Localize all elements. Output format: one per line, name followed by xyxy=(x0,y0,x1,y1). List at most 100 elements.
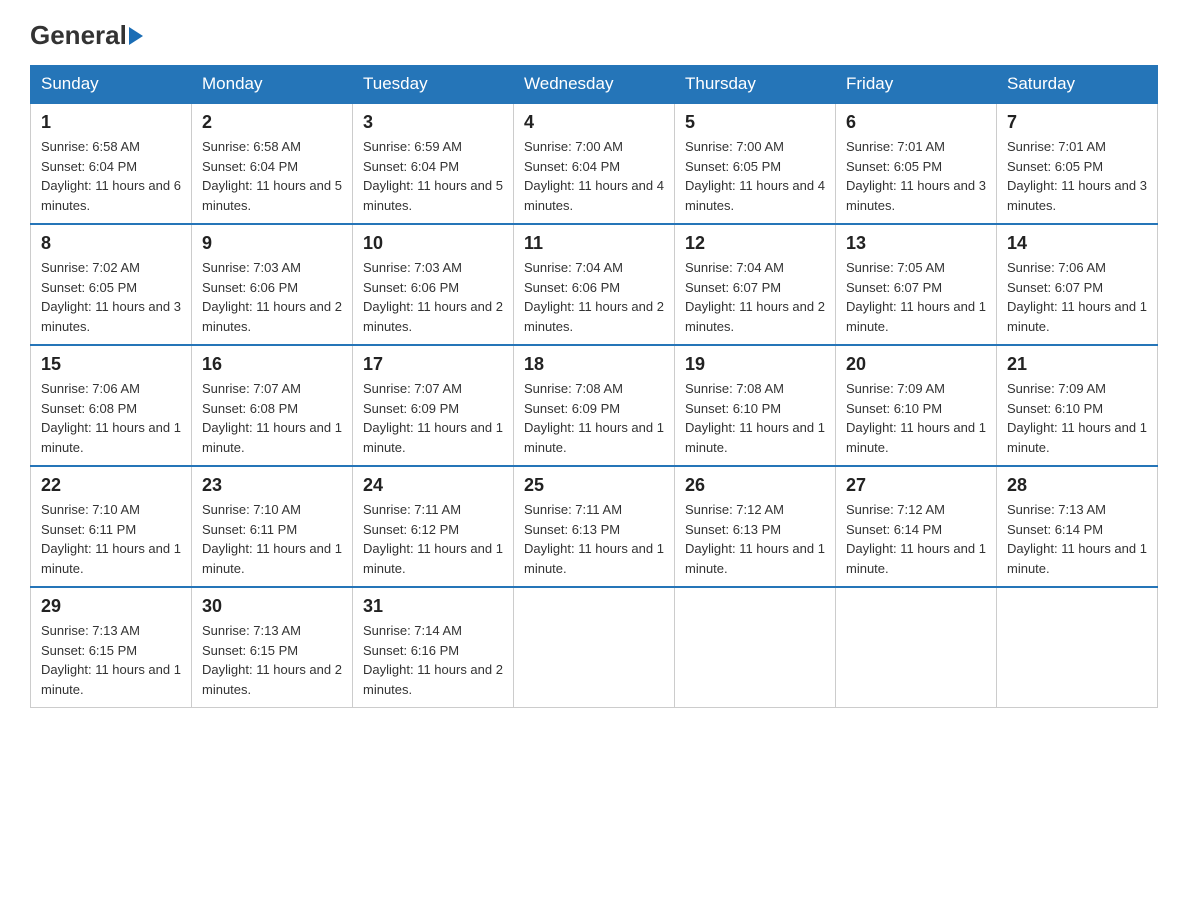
day-number: 7 xyxy=(1007,112,1147,133)
calendar-cell: 25 Sunrise: 7:11 AMSunset: 6:13 PMDayligh… xyxy=(514,466,675,587)
day-number: 29 xyxy=(41,596,181,617)
day-number: 2 xyxy=(202,112,342,133)
logo: General xyxy=(30,20,145,47)
day-info: Sunrise: 7:02 AMSunset: 6:05 PMDaylight:… xyxy=(41,258,181,336)
calendar-cell: 14 Sunrise: 7:06 AMSunset: 6:07 PMDayligh… xyxy=(997,224,1158,345)
day-info: Sunrise: 7:14 AMSunset: 6:16 PMDaylight:… xyxy=(363,621,503,699)
calendar-cell: 12 Sunrise: 7:04 AMSunset: 6:07 PMDayligh… xyxy=(675,224,836,345)
logo-arrow-icon xyxy=(129,27,143,45)
day-number: 6 xyxy=(846,112,986,133)
day-number: 12 xyxy=(685,233,825,254)
day-number: 15 xyxy=(41,354,181,375)
day-info: Sunrise: 6:58 AMSunset: 6:04 PMDaylight:… xyxy=(41,137,181,215)
day-info: Sunrise: 7:06 AMSunset: 6:07 PMDaylight:… xyxy=(1007,258,1147,336)
calendar-cell: 30 Sunrise: 7:13 AMSunset: 6:15 PMDayligh… xyxy=(192,587,353,708)
day-info: Sunrise: 7:08 AMSunset: 6:09 PMDaylight:… xyxy=(524,379,664,457)
day-number: 22 xyxy=(41,475,181,496)
calendar-cell: 10Sunrise: 7:03 AMSunset: 6:06 PMDayligh… xyxy=(353,224,514,345)
day-info: Sunrise: 7:12 AMSunset: 6:14 PMDaylight:… xyxy=(846,500,986,578)
day-info: Sunrise: 7:07 AMSunset: 6:08 PMDaylight:… xyxy=(202,379,342,457)
day-number: 17 xyxy=(363,354,503,375)
logo-general: General xyxy=(30,20,127,51)
week-row-3: 15 Sunrise: 7:06 AMSunset: 6:08 PMDayligh… xyxy=(31,345,1158,466)
day-info: Sunrise: 7:04 AMSunset: 6:07 PMDaylight:… xyxy=(685,258,825,336)
day-info: Sunrise: 6:58 AMSunset: 6:04 PMDaylight:… xyxy=(202,137,342,215)
day-info: Sunrise: 7:13 AMSunset: 6:14 PMDaylight:… xyxy=(1007,500,1147,578)
day-number: 26 xyxy=(685,475,825,496)
calendar-cell: 21 Sunrise: 7:09 AMSunset: 6:10 PMDayligh… xyxy=(997,345,1158,466)
day-info: Sunrise: 7:09 AMSunset: 6:10 PMDaylight:… xyxy=(1007,379,1147,457)
calendar-cell: 3 Sunrise: 6:59 AMSunset: 6:04 PMDaylight… xyxy=(353,103,514,224)
calendar-cell: 20Sunrise: 7:09 AMSunset: 6:10 PMDayligh… xyxy=(836,345,997,466)
calendar-table: SundayMondayTuesdayWednesdayThursdayFrid… xyxy=(30,65,1158,708)
day-info: Sunrise: 7:07 AMSunset: 6:09 PMDaylight:… xyxy=(363,379,503,457)
calendar-cell: 26Sunrise: 7:12 AMSunset: 6:13 PMDayligh… xyxy=(675,466,836,587)
weekday-header-wednesday: Wednesday xyxy=(514,66,675,104)
calendar-cell: 18 Sunrise: 7:08 AMSunset: 6:09 PMDayligh… xyxy=(514,345,675,466)
day-number: 5 xyxy=(685,112,825,133)
weekday-header-friday: Friday xyxy=(836,66,997,104)
calendar-cell: 16 Sunrise: 7:07 AMSunset: 6:08 PMDayligh… xyxy=(192,345,353,466)
day-number: 14 xyxy=(1007,233,1147,254)
calendar-cell: 9 Sunrise: 7:03 AMSunset: 6:06 PMDaylight… xyxy=(192,224,353,345)
day-info: Sunrise: 7:10 AMSunset: 6:11 PMDaylight:… xyxy=(202,500,342,578)
day-info: Sunrise: 7:13 AMSunset: 6:15 PMDaylight:… xyxy=(202,621,342,699)
calendar-cell: 24 Sunrise: 7:11 AMSunset: 6:12 PMDayligh… xyxy=(353,466,514,587)
calendar-cell: 22 Sunrise: 7:10 AMSunset: 6:11 PMDayligh… xyxy=(31,466,192,587)
day-number: 16 xyxy=(202,354,342,375)
weekday-header-tuesday: Tuesday xyxy=(353,66,514,104)
day-info: Sunrise: 7:03 AMSunset: 6:06 PMDaylight:… xyxy=(202,258,342,336)
calendar-cell: 1 Sunrise: 6:58 AMSunset: 6:04 PMDaylight… xyxy=(31,103,192,224)
week-row-1: 1 Sunrise: 6:58 AMSunset: 6:04 PMDaylight… xyxy=(31,103,1158,224)
day-number: 25 xyxy=(524,475,664,496)
day-number: 23 xyxy=(202,475,342,496)
day-info: Sunrise: 7:10 AMSunset: 6:11 PMDaylight:… xyxy=(41,500,181,578)
calendar-cell xyxy=(836,587,997,708)
day-info: Sunrise: 7:01 AMSunset: 6:05 PMDaylight:… xyxy=(1007,137,1147,215)
calendar-cell: 8 Sunrise: 7:02 AMSunset: 6:05 PMDaylight… xyxy=(31,224,192,345)
day-info: Sunrise: 7:05 AMSunset: 6:07 PMDaylight:… xyxy=(846,258,986,336)
calendar-cell: 28 Sunrise: 7:13 AMSunset: 6:14 PMDayligh… xyxy=(997,466,1158,587)
day-number: 30 xyxy=(202,596,342,617)
day-number: 1 xyxy=(41,112,181,133)
calendar-cell: 11Sunrise: 7:04 AMSunset: 6:06 PMDayligh… xyxy=(514,224,675,345)
day-info: Sunrise: 7:08 AMSunset: 6:10 PMDaylight:… xyxy=(685,379,825,457)
day-info: Sunrise: 7:00 AMSunset: 6:05 PMDaylight:… xyxy=(685,137,825,215)
day-number: 8 xyxy=(41,233,181,254)
day-number: 21 xyxy=(1007,354,1147,375)
day-info: Sunrise: 6:59 AMSunset: 6:04 PMDaylight:… xyxy=(363,137,503,215)
day-number: 13 xyxy=(846,233,986,254)
calendar-cell: 31 Sunrise: 7:14 AMSunset: 6:16 PMDayligh… xyxy=(353,587,514,708)
day-number: 28 xyxy=(1007,475,1147,496)
calendar-cell: 23 Sunrise: 7:10 AMSunset: 6:11 PMDayligh… xyxy=(192,466,353,587)
week-row-4: 22 Sunrise: 7:10 AMSunset: 6:11 PMDayligh… xyxy=(31,466,1158,587)
calendar-cell: 6 Sunrise: 7:01 AMSunset: 6:05 PMDaylight… xyxy=(836,103,997,224)
day-number: 20 xyxy=(846,354,986,375)
day-info: Sunrise: 7:13 AMSunset: 6:15 PMDaylight:… xyxy=(41,621,181,699)
day-number: 10 xyxy=(363,233,503,254)
calendar-cell: 13 Sunrise: 7:05 AMSunset: 6:07 PMDayligh… xyxy=(836,224,997,345)
calendar-cell: 2 Sunrise: 6:58 AMSunset: 6:04 PMDaylight… xyxy=(192,103,353,224)
day-info: Sunrise: 7:00 AMSunset: 6:04 PMDaylight:… xyxy=(524,137,664,215)
day-number: 11 xyxy=(524,233,664,254)
weekday-header-saturday: Saturday xyxy=(997,66,1158,104)
calendar-cell: 17 Sunrise: 7:07 AMSunset: 6:09 PMDayligh… xyxy=(353,345,514,466)
day-number: 9 xyxy=(202,233,342,254)
weekday-header-row: SundayMondayTuesdayWednesdayThursdayFrid… xyxy=(31,66,1158,104)
day-number: 24 xyxy=(363,475,503,496)
day-number: 3 xyxy=(363,112,503,133)
day-number: 31 xyxy=(363,596,503,617)
week-row-2: 8 Sunrise: 7:02 AMSunset: 6:05 PMDaylight… xyxy=(31,224,1158,345)
day-info: Sunrise: 7:06 AMSunset: 6:08 PMDaylight:… xyxy=(41,379,181,457)
day-info: Sunrise: 7:11 AMSunset: 6:13 PMDaylight:… xyxy=(524,500,664,578)
day-number: 19 xyxy=(685,354,825,375)
weekday-header-monday: Monday xyxy=(192,66,353,104)
week-row-5: 29 Sunrise: 7:13 AMSunset: 6:15 PMDayligh… xyxy=(31,587,1158,708)
calendar-cell xyxy=(997,587,1158,708)
weekday-header-thursday: Thursday xyxy=(675,66,836,104)
day-info: Sunrise: 7:01 AMSunset: 6:05 PMDaylight:… xyxy=(846,137,986,215)
day-info: Sunrise: 7:11 AMSunset: 6:12 PMDaylight:… xyxy=(363,500,503,578)
day-number: 18 xyxy=(524,354,664,375)
day-number: 4 xyxy=(524,112,664,133)
calendar-cell: 27Sunrise: 7:12 AMSunset: 6:14 PMDayligh… xyxy=(836,466,997,587)
